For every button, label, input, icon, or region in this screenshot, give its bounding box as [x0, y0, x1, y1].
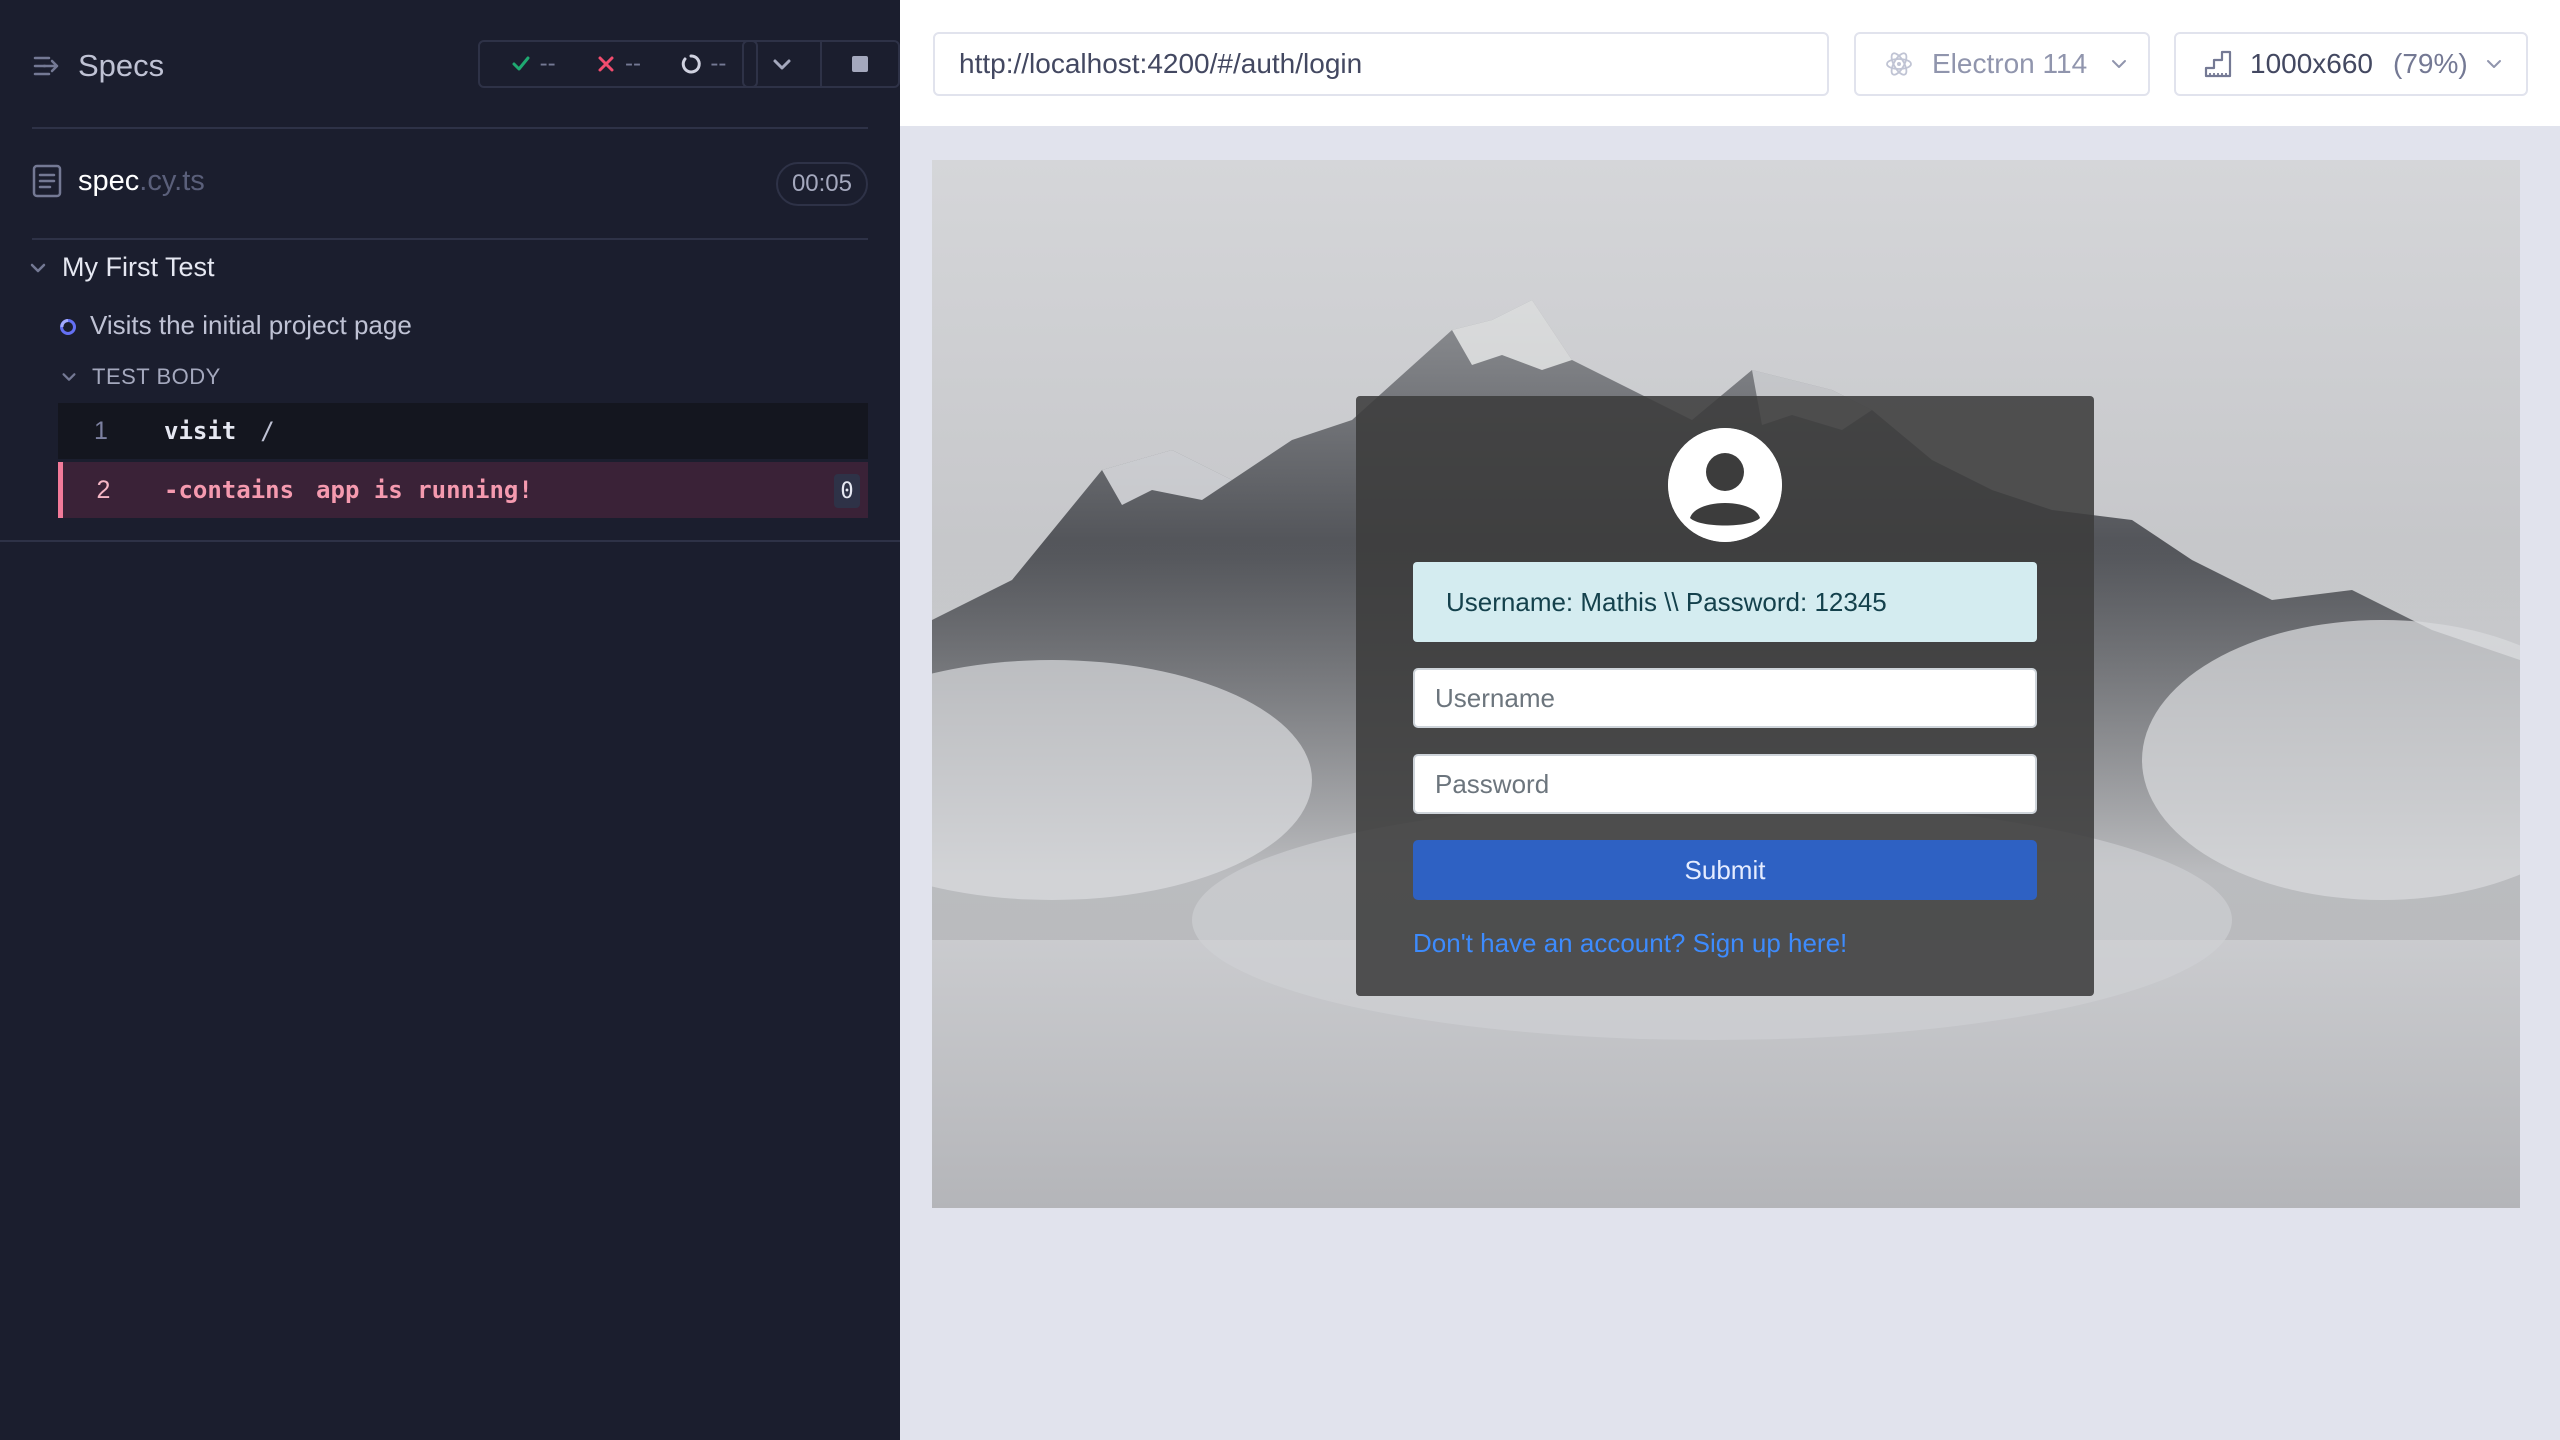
suite-my-first-test[interactable]: My First Test [28, 252, 215, 283]
spec-duration: 00:05 [775, 162, 868, 206]
specs-button[interactable]: Specs [32, 48, 164, 84]
command-message: app is running! [316, 476, 533, 504]
viewport-size: 1000x660 [2250, 48, 2374, 79]
user-avatar-icon [1668, 428, 1782, 542]
electron-icon [1886, 52, 1912, 76]
login-card: Username: Mathis \\ Password: 12345 Subm… [1356, 396, 2094, 996]
check-icon [512, 56, 530, 71]
x-icon [598, 56, 614, 72]
viewport-selector[interactable]: 1000x660 (79%) [2174, 32, 2528, 96]
chevron-down-icon [2112, 60, 2127, 68]
reporter-panel: Specs -- -- -- spec.cy.ts 00:05 My First… [0, 0, 900, 1440]
command-row[interactable]: 1 visit / [58, 403, 868, 459]
header-controls [742, 40, 900, 88]
reporter-header: Specs -- -- -- [32, 0, 900, 129]
chevron-down-icon [30, 263, 46, 272]
passed-count: -- [539, 50, 556, 77]
submit-button[interactable]: Submit [1413, 840, 2037, 900]
spec-title: spec.cy.ts [78, 165, 205, 198]
divider [0, 540, 900, 542]
username-input[interactable] [1413, 668, 2037, 728]
pending-circle-icon [682, 54, 702, 74]
test-title: Visits the initial project page [90, 310, 412, 340]
command-number: 1 [94, 416, 108, 445]
test-visits-initial-page[interactable]: Visits the initial project page [58, 310, 412, 341]
suite-title: My First Test [62, 252, 215, 282]
test-stats: -- -- -- [478, 40, 758, 88]
document-icon [32, 164, 62, 198]
chevron-down-icon [2486, 60, 2501, 68]
signup-link[interactable]: Don't have an account? Sign up here! [1413, 928, 1847, 959]
chevron-down-icon [62, 373, 76, 381]
url-bar[interactable]: http://localhost:4200/#/auth/login [933, 32, 1829, 96]
viewport-scale: (79%) [2393, 48, 2468, 79]
preview-toolbar: http://localhost:4200/#/auth/login Elect… [900, 0, 2560, 128]
credentials-alert: Username: Mathis \\ Password: 12345 [1413, 562, 2037, 642]
spec-header: spec.cy.ts 00:05 [32, 130, 868, 240]
pending-stat: -- [680, 50, 726, 78]
spec-name: spec [78, 164, 140, 197]
command-name: visit [164, 417, 237, 445]
spec-extension: .cy.ts [139, 164, 205, 197]
command-number: 2 [96, 475, 111, 504]
test-body-header[interactable]: TEST BODY [60, 364, 221, 390]
chevron-down-icon [773, 59, 791, 70]
app-preview: Username: Mathis \\ Password: 12345 Subm… [932, 160, 2520, 1208]
command-message: / [260, 417, 275, 445]
element-count-badge: 0 [834, 474, 860, 508]
browser-name: Electron 114 [1932, 48, 2088, 79]
browser-selector[interactable]: Electron 114 [1854, 32, 2150, 96]
passed-stat: -- [510, 50, 556, 78]
command-name: -contains [164, 476, 295, 504]
specs-list-icon [33, 56, 59, 76]
specs-label: Specs [78, 48, 165, 83]
stop-icon [852, 56, 868, 72]
ruler-icon [2204, 50, 2232, 78]
command-row-failed[interactable]: 2 -contains app is running! 0 [58, 462, 868, 518]
failed-count: -- [625, 50, 641, 77]
pending-count: -- [710, 50, 727, 77]
failed-stat: -- [595, 50, 641, 78]
running-spinner-icon [60, 318, 76, 335]
spec-file[interactable]: spec.cy.ts [32, 164, 205, 198]
test-body-label: TEST BODY [92, 364, 221, 389]
collapse-all-button[interactable] [744, 42, 820, 86]
password-input[interactable] [1413, 754, 2037, 814]
stop-button[interactable] [820, 42, 898, 86]
